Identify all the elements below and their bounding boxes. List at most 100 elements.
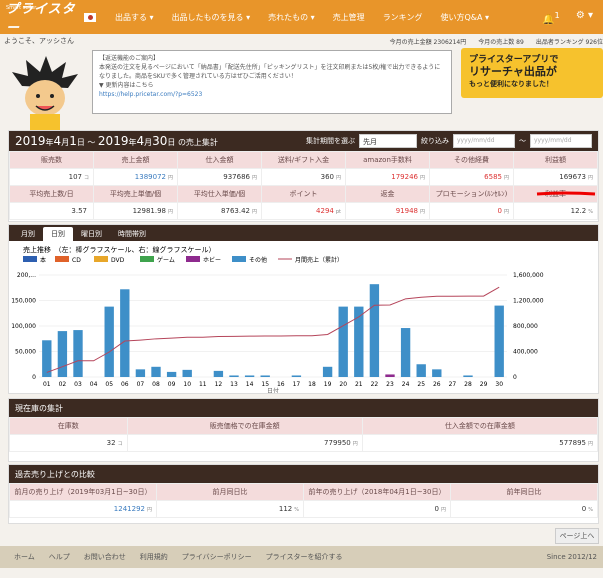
y-tick-right-3: 1,200,000 (513, 298, 544, 305)
x-tick-01: 01 (43, 381, 51, 388)
y-tick-right-1: 400,000 (513, 349, 538, 356)
value-sales-amount[interactable]: 1389072 円 (93, 168, 178, 186)
bar-5-22 (369, 284, 380, 377)
footer-help[interactable]: ヘルプ (49, 552, 70, 562)
nav-item-help[interactable]: 使い方Q&A ▾ (431, 12, 498, 23)
nav-item-sold[interactable]: 売れたもの ▾ (259, 12, 324, 23)
greeting: ようこそ、アッシさん (4, 37, 74, 45)
notice-body: 本発送の注文を見るページにおいて「納品書」「配送先住所」「ピッキングリスト」を注… (99, 64, 441, 80)
period-select[interactable]: 先月 (359, 134, 417, 148)
x-axis-label: 日付 (267, 387, 279, 393)
x-tick-14: 14 (246, 381, 254, 388)
seller-ranking: 出品者ランキング 926位 (535, 38, 603, 46)
x-tick-10: 10 (183, 381, 191, 388)
legend-swatch-3 (140, 256, 154, 262)
label-other-cost: その他経費 (429, 151, 514, 169)
date-from-input[interactable]: yyyy/mm/dd (453, 134, 515, 148)
label-refund: 返金 (345, 185, 430, 203)
summary-title: 2019年4月1日 ～ 2019年4月30日 の売上集計 (15, 134, 218, 148)
x-tick-29: 29 (480, 381, 488, 388)
label-stock-sale-value: 販売価格での在庫金額 (126, 417, 363, 435)
y-tick-right-4: 1,600,000 (513, 272, 544, 279)
x-tick-23: 23 (386, 381, 394, 388)
notice-title: 【返送機能のご案内】 (99, 55, 160, 62)
stock-panel: 現在庫の集計 在庫数 販売価格での在庫金額 仕入金額での在庫金額 32 コ 779… (8, 398, 599, 462)
value-avg-daily: 3.57 (9, 202, 94, 220)
value-prev-month-ratio: 112% (156, 500, 304, 518)
nav-item-ranking[interactable]: ランキング (374, 12, 432, 23)
footer-terms[interactable]: 利用規約 (140, 552, 168, 562)
label-prev-month-ratio: 前月同日比 (156, 483, 304, 501)
label-promotion: プロモーション(ﾙﾝｾﾙﾝ) (429, 185, 514, 203)
y-tick-right-2: 800,000 (513, 323, 538, 330)
compare-title: 過去売り上げとの比較 (9, 465, 598, 483)
banner-line3: もっと便利になりました！ (469, 80, 553, 88)
stock-title: 現在庫の集計 (9, 399, 598, 417)
tab-daily[interactable]: 日別 (43, 227, 73, 241)
x-tick-17: 17 (293, 381, 301, 388)
copyright: Since 2012/12 (546, 553, 597, 561)
chart-title: 売上推移 （左：棒グラフスケール、右：線グラフスケール） (23, 245, 216, 254)
footer-introduce[interactable]: プライスターを紹介する (266, 552, 343, 562)
label-points: ポイント (261, 185, 346, 203)
legend-label-1: CD (72, 257, 81, 264)
label-profit: 利益額 (513, 151, 598, 169)
x-tick-18: 18 (308, 381, 316, 388)
sales-chart: 売上推移 （左：棒グラフスケール、右：線グラフスケール） 本 CD DVD ゲーム ホビー… (11, 245, 544, 395)
bar-5-02 (57, 331, 68, 377)
tab-monthly[interactable]: 月別 (13, 227, 43, 241)
footer-privacy[interactable]: プライバシーポリシー (182, 552, 252, 562)
notice-link-label: ▼ 更新内容はこちら (99, 82, 154, 89)
page-top-button[interactable]: ページ上へ (555, 528, 599, 544)
footer-home[interactable]: ホーム (14, 552, 35, 562)
label-avg-cost: 平均仕入単価/個 (177, 185, 262, 203)
tab-hourly[interactable]: 時間帯別 (110, 227, 154, 241)
x-tick-16: 16 (277, 381, 285, 388)
value-prev-year-ratio: 0% (450, 500, 598, 518)
bar-5-08 (151, 366, 161, 377)
logo[interactable]: Smart seller プライスター (6, 0, 96, 36)
bar-5-20 (338, 306, 348, 377)
bar-5-26 (432, 369, 442, 377)
label-prev-year: 前年の売り上げ（2018年04月1日~30日） (303, 483, 451, 501)
footer: ホーム ヘルプ お問い合わせ 利用規約 プライバシーポリシー プライスターを紹介… (0, 546, 603, 568)
summary-panel: 2019年4月1日 ～ 2019年4月30日 の売上集計 集計期間を選ぶ 先月 … (8, 130, 599, 222)
label-stock-count: 在庫数 (9, 417, 128, 435)
value-amazon-fee: 179246 円 (345, 168, 430, 186)
date-to-input[interactable]: yyyy/mm/dd (530, 134, 592, 148)
y-tick-right-0: 0 (513, 374, 517, 381)
nav-item-sales[interactable]: 売上管理 (324, 12, 374, 23)
filter-label: 絞り込み (421, 137, 449, 145)
period-label: 集計期間を選ぶ (306, 137, 355, 145)
bell-icon[interactable]: 🔔1 (542, 10, 560, 25)
x-tick-12: 12 (215, 381, 223, 388)
x-tick-21: 21 (355, 381, 363, 388)
nav-item-listed[interactable]: 出品したものを見る ▾ (163, 12, 260, 23)
legend-label-0: 本 (40, 256, 46, 264)
notice-link[interactable]: https://help.pricetar.com/?p=6523 (99, 91, 202, 98)
label-prev-month: 前月の売り上げ（2019年03月1日~30日） (9, 483, 157, 501)
x-tick-15: 15 (261, 381, 269, 388)
tab-weekday[interactable]: 曜日別 (73, 227, 110, 241)
x-tick-03: 03 (74, 381, 82, 388)
legend-swatch-4 (186, 256, 200, 262)
bar-5-15 (260, 375, 270, 377)
y-tick-left-4: 200,... (17, 272, 36, 279)
compare-table: 前月の売り上げ（2019年03月1日~30日） 前月同日比 前年の売り上げ（20… (9, 483, 598, 518)
bar-5-05 (104, 306, 114, 377)
gear-icon[interactable]: ⚙ ▾ (576, 10, 593, 25)
app-banner[interactable]: プライスターアプリで リサーチャ出品が もっと便利になりました！ (461, 48, 603, 98)
x-tick-25: 25 (417, 381, 425, 388)
bar-5-07 (135, 369, 146, 377)
value-other-cost: 6585 円 (429, 168, 514, 186)
japan-flag-icon (84, 12, 96, 22)
y-tick-left-0: 0 (32, 374, 36, 381)
footer-contact[interactable]: お問い合わせ (84, 552, 126, 562)
label-sales-count: 販売数 (9, 151, 94, 169)
bar-5-17 (291, 375, 302, 377)
month-sales: 今月の売上金額 2306214円 (389, 38, 467, 46)
value-shipping: 360 円 (261, 168, 346, 186)
bar-5-12 (213, 370, 224, 377)
legend-line-label: 月間売上（累計） (295, 256, 343, 264)
nav-item-listing[interactable]: 出品する ▾ (106, 12, 163, 23)
